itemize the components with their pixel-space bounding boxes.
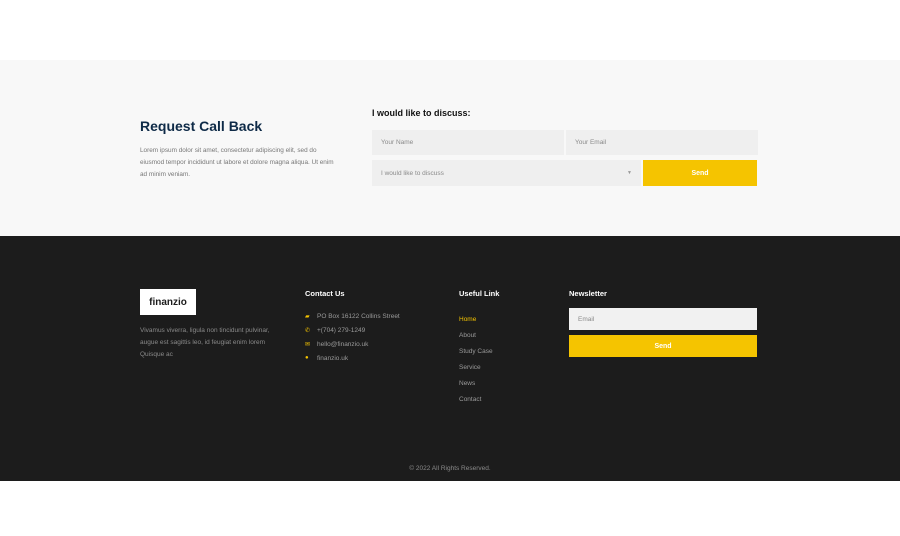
contact-item-address: ▰ PO Box 16122 Collins Street	[305, 309, 400, 323]
useful-links-list: Home About Study Case Service News Conta…	[459, 311, 493, 407]
contact-item-phone: ✆ +(704) 279-1249	[305, 323, 400, 337]
send-button[interactable]: Send	[643, 160, 757, 186]
callback-title: Request Call Back	[140, 118, 263, 134]
logo[interactable]: finanzio	[140, 289, 196, 315]
link-news[interactable]: News	[459, 375, 493, 391]
envelope-icon: ✉	[305, 341, 311, 348]
contact-heading: Contact Us	[305, 289, 345, 298]
useful-links-heading: Useful Link	[459, 289, 500, 298]
email-input[interactable]: Your Email	[566, 130, 758, 155]
contact-item-email: ✉ hello@finanzio.uk	[305, 337, 400, 351]
newsletter-heading: Newsletter	[569, 289, 607, 298]
name-input-placeholder: Your Name	[381, 139, 414, 146]
contact-email[interactable]: hello@finanzio.uk	[317, 341, 368, 348]
name-input[interactable]: Your Name	[372, 130, 564, 155]
footer: finanzio Vivamus viverra, ligula non tin…	[0, 236, 900, 481]
newsletter-email-input[interactable]: Email	[569, 308, 757, 330]
contact-phone[interactable]: +(704) 279-1249	[317, 327, 365, 334]
contact-website[interactable]: finanzio.uk	[317, 355, 348, 362]
callback-description: Lorem ipsum dolor sit amet, consectetur …	[140, 147, 334, 178]
globe-icon: ●	[305, 355, 309, 361]
contact-address: PO Box 16122 Collins Street	[317, 312, 400, 320]
footer-about-text: Vivamus viverra, ligula non tincidunt pu…	[140, 327, 270, 358]
link-service[interactable]: Service	[459, 359, 493, 375]
form-title: I would like to discuss:	[372, 108, 471, 118]
chevron-down-icon: ▼	[627, 170, 632, 176]
link-study-case[interactable]: Study Case	[459, 343, 493, 359]
contact-list: ▰ PO Box 16122 Collins Street ✆ +(704) 2…	[305, 309, 400, 365]
copyright-text: © 2022 All Rights Reserved.	[409, 465, 491, 472]
link-about[interactable]: About	[459, 327, 493, 343]
map-marker-icon: ▰	[305, 313, 310, 320]
newsletter-email-placeholder: Email	[578, 315, 595, 323]
discuss-select[interactable]: I would like to discuss ▼	[372, 160, 641, 186]
newsletter-send-button[interactable]: Send	[569, 335, 757, 357]
link-contact[interactable]: Contact	[459, 391, 493, 407]
request-callback-section: Request Call Back Lorem ipsum dolor sit …	[0, 60, 900, 236]
contact-item-website: ● finanzio.uk	[305, 351, 400, 365]
discuss-select-value: I would like to discuss	[381, 169, 444, 177]
email-input-placeholder: Your Email	[575, 139, 607, 146]
phone-icon: ✆	[305, 327, 311, 334]
link-home[interactable]: Home	[459, 311, 493, 327]
